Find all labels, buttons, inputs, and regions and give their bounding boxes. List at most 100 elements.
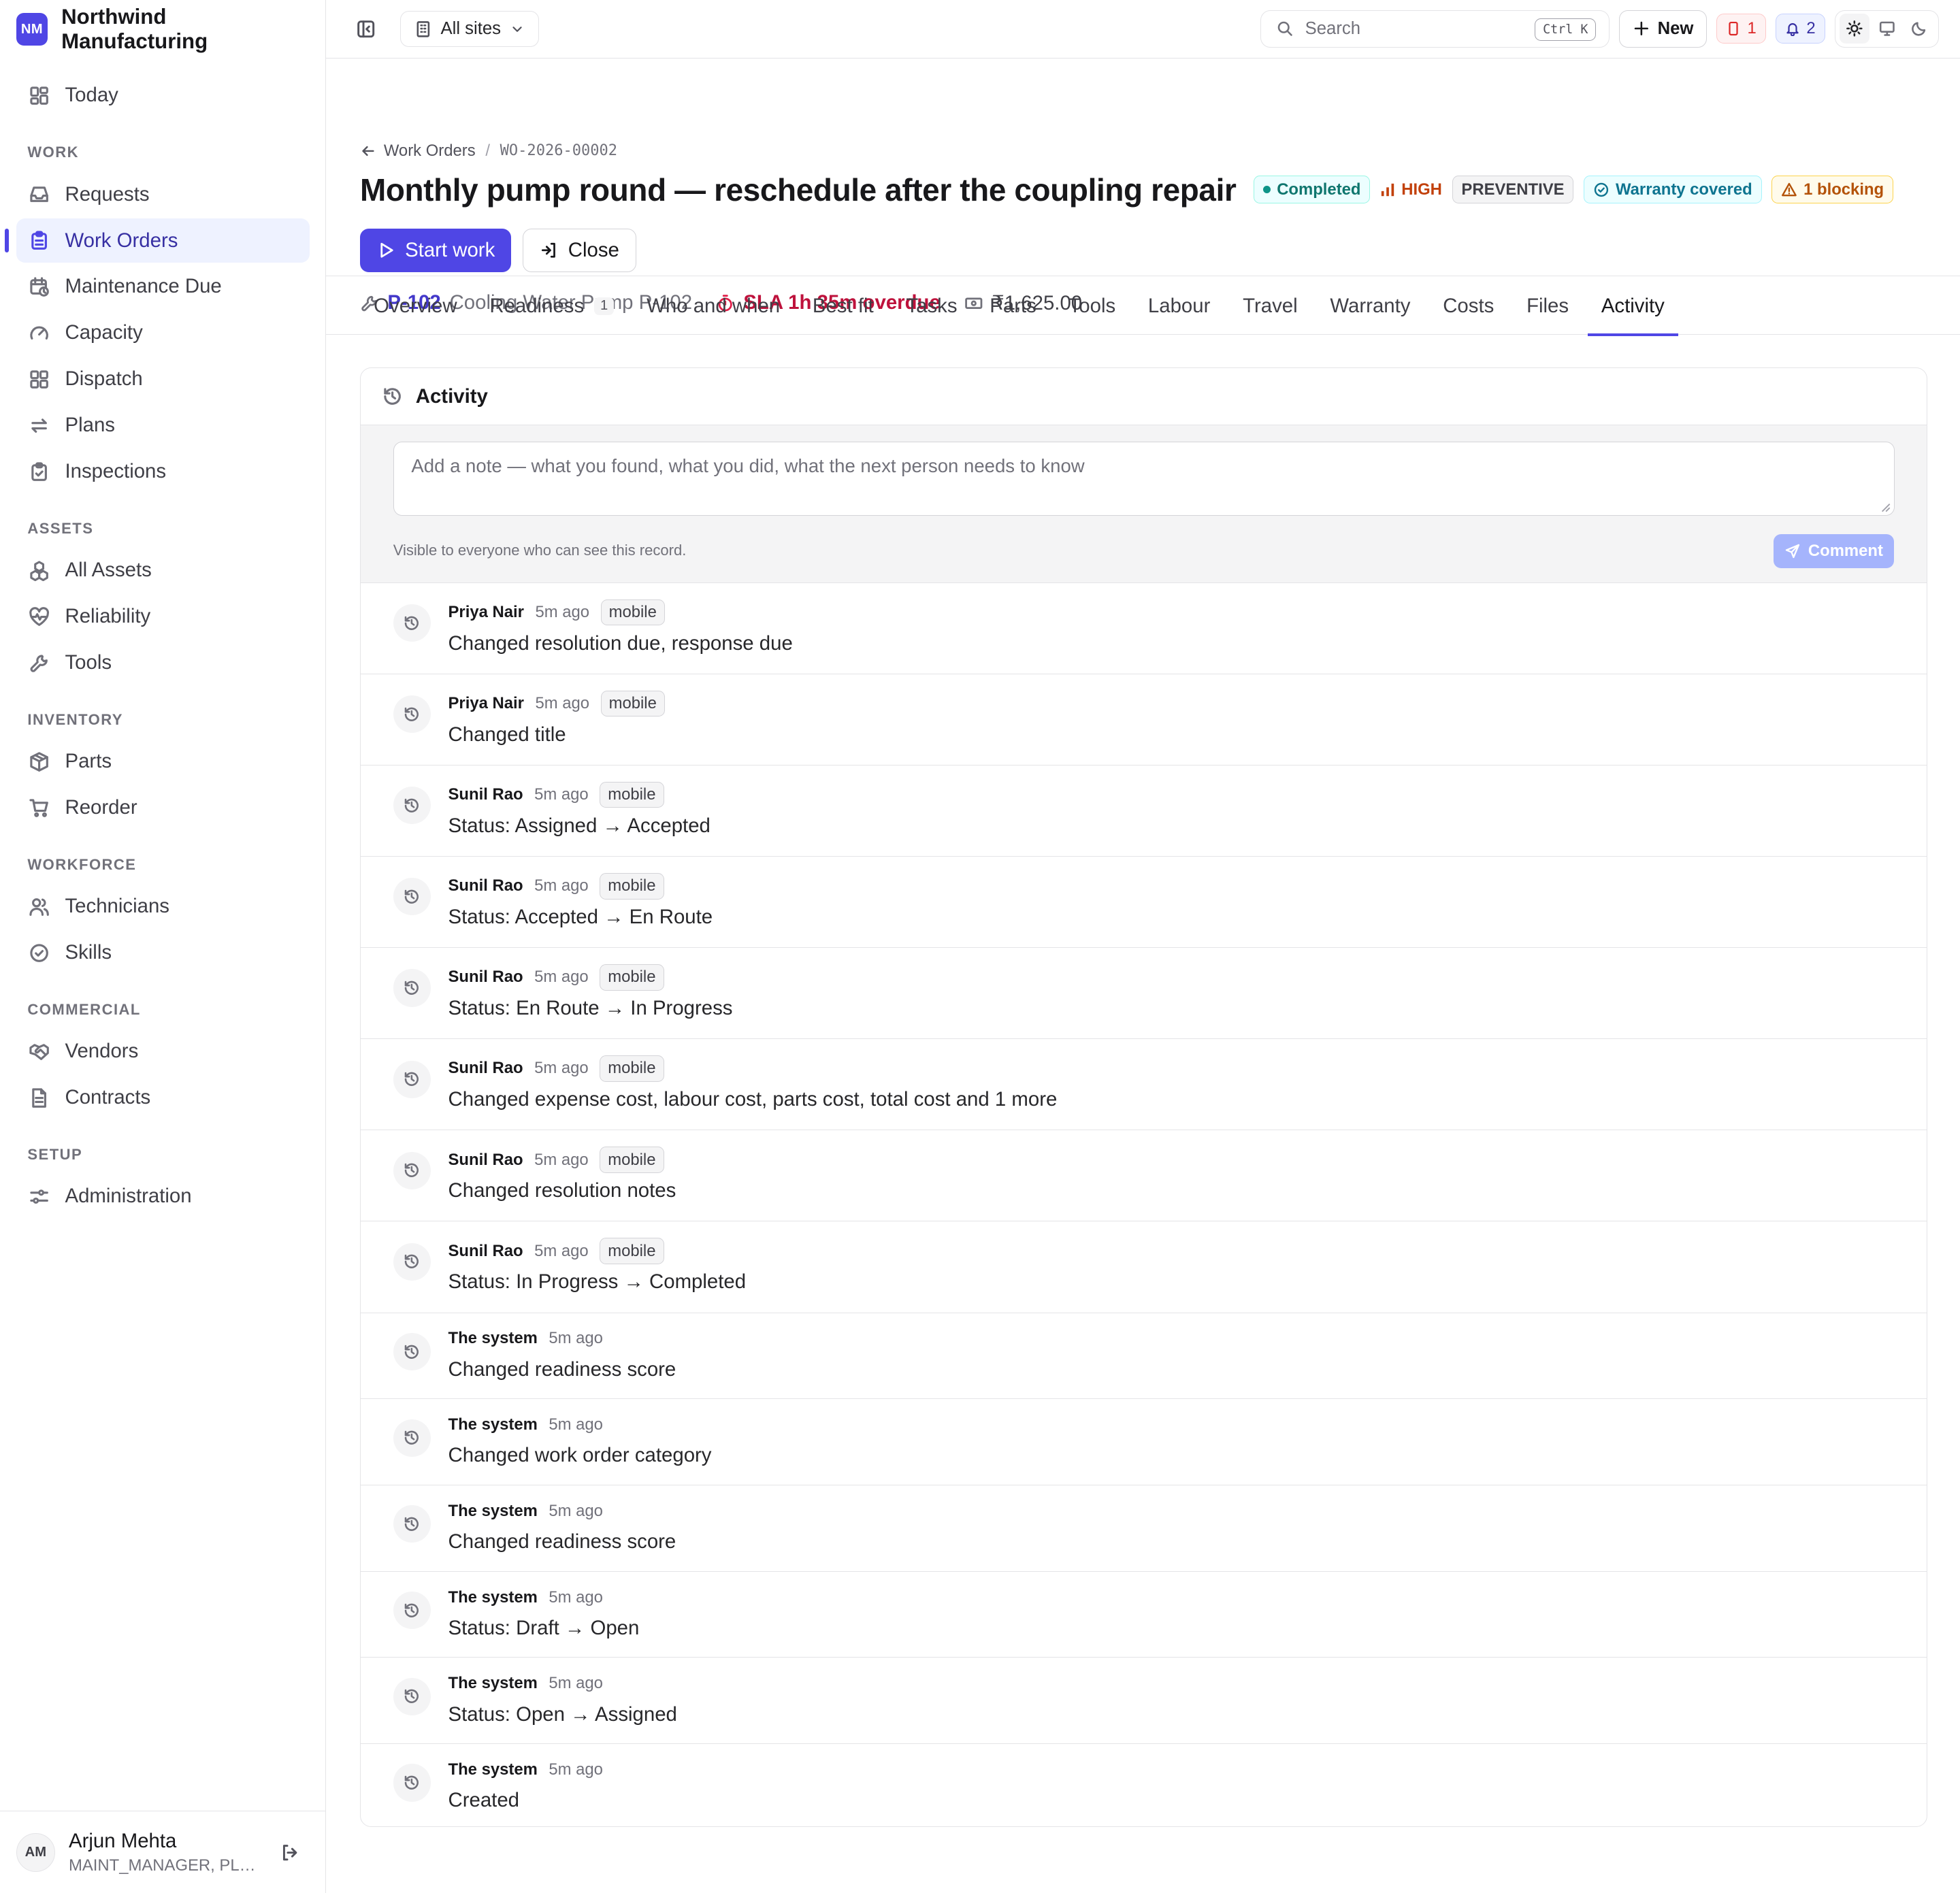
close-button[interactable]: Close bbox=[522, 229, 636, 273]
start-work-label: Start work bbox=[405, 239, 495, 262]
tab-files[interactable]: Files bbox=[1513, 278, 1582, 335]
tab-travel[interactable]: Travel bbox=[1229, 278, 1311, 335]
activity-item: Sunil Rao 5m ago mobile Status: Accepted →… bbox=[360, 857, 1927, 949]
sidebar-toggle-icon[interactable] bbox=[356, 19, 376, 39]
sidebar-item-technicians[interactable]: Technicians bbox=[16, 885, 310, 928]
tab-parts[interactable]: Parts bbox=[976, 278, 1050, 335]
activity-time: 5m ago bbox=[549, 1674, 603, 1693]
user-profile[interactable]: AM Arjun Mehta MAINT_MANAGER, PLANNER bbox=[0, 1811, 325, 1893]
sidebar-item-reorder[interactable]: Reorder bbox=[16, 786, 310, 829]
sidebar-item-label: Capacity bbox=[65, 321, 143, 344]
sidebar-item-tools[interactable]: Tools bbox=[16, 641, 310, 685]
activity-meta: The system 5m ago bbox=[448, 1588, 603, 1607]
moon-icon bbox=[1912, 22, 1926, 36]
tab-who-and-when[interactable]: Who and when bbox=[633, 278, 794, 335]
activity-time: 5m ago bbox=[534, 1150, 589, 1169]
brand[interactable]: NM Northwind Manufacturing bbox=[0, 0, 325, 59]
status-label: Completed bbox=[1277, 180, 1361, 199]
activity-meta: Priya Nair 5m ago mobile bbox=[448, 599, 665, 626]
tab-activity[interactable]: Activity bbox=[1587, 278, 1678, 337]
source-badge: mobile bbox=[600, 964, 664, 991]
history-icon bbox=[393, 695, 431, 734]
activity-meta: The system 5m ago bbox=[448, 1502, 603, 1521]
start-work-button[interactable]: Start work bbox=[359, 229, 512, 273]
activity-description: Changed resolution notes bbox=[448, 1179, 676, 1202]
sidebar-item-skills[interactable]: Skills bbox=[16, 931, 310, 974]
wrench-icon bbox=[30, 654, 48, 672]
sidebar-item-today[interactable]: Today bbox=[16, 73, 310, 117]
sidebar-item-reliability[interactable]: Reliability bbox=[16, 595, 310, 638]
sidebar-item-work-orders[interactable]: Work Orders bbox=[5, 218, 310, 263]
heart-pulse-icon bbox=[29, 606, 50, 626]
monitor-icon bbox=[1879, 22, 1895, 37]
comment-button[interactable]: Comment bbox=[1773, 534, 1895, 568]
tab-costs[interactable]: Costs bbox=[1429, 278, 1508, 335]
sidebar-item-contracts[interactable]: Contracts bbox=[16, 1076, 310, 1119]
tab-labour[interactable]: Labour bbox=[1134, 278, 1224, 335]
signal-bars-icon bbox=[1381, 183, 1394, 196]
sidebar-item-dispatch[interactable]: Dispatch bbox=[16, 357, 310, 401]
sidebar-item-administration[interactable]: Administration bbox=[16, 1174, 310, 1218]
sidebar-item-all-assets[interactable]: All Assets bbox=[16, 548, 310, 592]
activity-actor: The system bbox=[448, 1587, 538, 1607]
sidebar-item-vendors[interactable]: Vendors bbox=[16, 1030, 310, 1073]
play-icon bbox=[380, 243, 393, 259]
blocking-badge[interactable]: 1 blocking bbox=[1771, 176, 1893, 203]
theme-dark-button[interactable] bbox=[1904, 14, 1934, 44]
sidebar-item-requests[interactable]: Requests bbox=[16, 172, 310, 216]
breadcrumb-parent[interactable]: Work Orders bbox=[384, 142, 476, 161]
activity-actor: Sunil Rao bbox=[448, 1059, 523, 1078]
search-input[interactable]: Search Ctrl K bbox=[1260, 10, 1610, 48]
site-selector[interactable]: All sites bbox=[399, 11, 540, 48]
clipboard-check-icon bbox=[31, 462, 48, 481]
activity-meta: The system 5m ago bbox=[448, 1760, 603, 1779]
theme-light-button[interactable] bbox=[1839, 14, 1869, 44]
activity-actor: The system bbox=[448, 1760, 538, 1779]
tab-warranty[interactable]: Warranty bbox=[1316, 278, 1424, 335]
sidebar-item-label: Maintenance Due bbox=[65, 275, 222, 298]
sidebar-item-capacity[interactable]: Capacity bbox=[16, 311, 310, 355]
tab-label: Files bbox=[1526, 294, 1569, 317]
sidebar-item-parts[interactable]: Parts bbox=[16, 740, 310, 783]
visibility-hint: Visible to everyone who can see this rec… bbox=[393, 542, 687, 559]
alerts-button[interactable]: 1 bbox=[1716, 14, 1766, 44]
logout-icon[interactable] bbox=[280, 1843, 299, 1862]
resize-grip-icon[interactable] bbox=[1880, 501, 1891, 513]
sidebar-item-maintenance-due[interactable]: Maintenance Due bbox=[16, 265, 310, 308]
tab-best-fit[interactable]: Best fit bbox=[799, 278, 887, 335]
note-textarea[interactable]: Add a note — what you found, what you di… bbox=[393, 442, 1895, 516]
tab-count-badge: 1 bbox=[593, 297, 615, 316]
theme-system-button[interactable] bbox=[1872, 14, 1901, 44]
clipboard-list-icon bbox=[31, 231, 48, 250]
activity-description: Changed title bbox=[448, 723, 566, 746]
sidebar-item-inspections[interactable]: Inspections bbox=[16, 450, 310, 493]
dashboard-icon bbox=[30, 86, 49, 105]
tab-tasks[interactable]: Tasks bbox=[892, 278, 971, 335]
tab-overview[interactable]: Overview bbox=[360, 278, 471, 335]
history-icon bbox=[393, 1592, 431, 1630]
history-icon bbox=[393, 1764, 431, 1802]
tab-readiness[interactable]: Readiness 1 bbox=[476, 278, 627, 335]
new-button[interactable]: New bbox=[1619, 10, 1707, 48]
activity-time: 5m ago bbox=[534, 1059, 589, 1078]
action-buttons: Start work Close bbox=[359, 229, 636, 273]
badge-check-icon bbox=[30, 944, 49, 962]
sidebar-item-plans[interactable]: Plans bbox=[16, 404, 310, 447]
arrow-left-icon[interactable] bbox=[360, 143, 376, 159]
tab-tools[interactable]: Tools bbox=[1055, 278, 1129, 335]
sidebar-item-label: Tools bbox=[65, 651, 112, 674]
work-order-number: WO-2026-00002 bbox=[500, 142, 618, 160]
calendar-clock-icon bbox=[30, 277, 50, 297]
users-icon bbox=[29, 898, 50, 916]
status-dot bbox=[1263, 186, 1271, 194]
source-badge: mobile bbox=[600, 599, 665, 626]
new-button-label: New bbox=[1657, 18, 1694, 38]
activity-description: Changed readiness score bbox=[448, 1357, 676, 1381]
warning-icon bbox=[1782, 182, 1797, 197]
notifications-button[interactable]: 2 bbox=[1776, 14, 1825, 44]
history-icon bbox=[393, 1677, 431, 1715]
priority-label: HIGH bbox=[1401, 180, 1442, 199]
user-role: MAINT_MANAGER, PLANNER bbox=[69, 1856, 257, 1875]
activity-actor: The system bbox=[448, 1329, 538, 1348]
sidebar-item-label: Dispatch bbox=[65, 367, 143, 391]
